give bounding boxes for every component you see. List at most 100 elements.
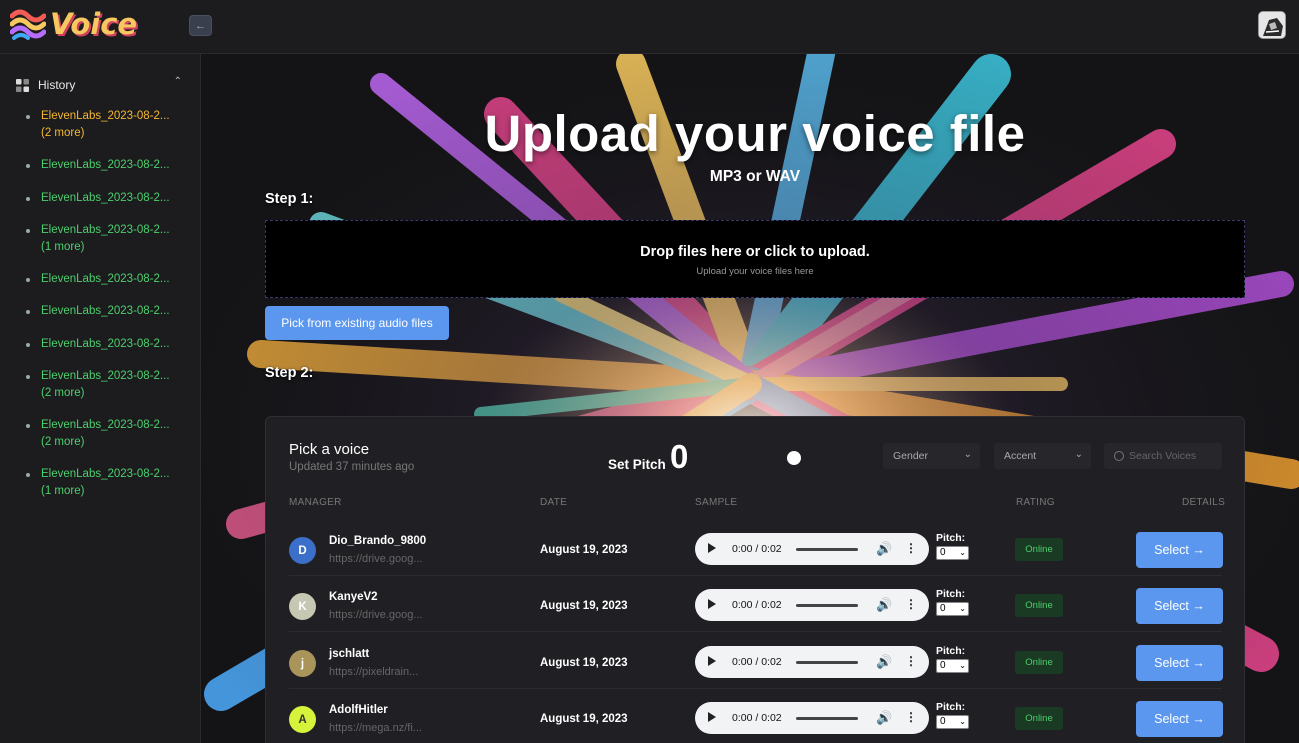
pitch-select[interactable]: 0 ⌄	[936, 715, 969, 729]
chevron-down-icon: ⌄	[959, 548, 966, 557]
play-icon[interactable]	[708, 599, 716, 609]
panel-updated-text: Updated 37 minutes ago	[289, 461, 415, 473]
pitch-select[interactable]: 0 ⌄	[936, 546, 969, 560]
column-header-manager: MANAGER	[289, 497, 342, 508]
history-item[interactable]: ElevenLabs_2023-08-2... (1 more)	[26, 466, 196, 499]
volume-icon[interactable]: 🔊	[876, 541, 892, 557]
history-item[interactable]: ElevenLabs_2023-08-2... (2 more)	[26, 108, 196, 141]
page-title: Upload your voice file	[484, 105, 1026, 162]
play-icon[interactable]	[708, 712, 716, 722]
set-pitch-label: Set Pitch	[608, 457, 666, 472]
play-icon[interactable]	[708, 656, 716, 666]
audio-player[interactable]: 0:00 / 0:02 🔊 ⋮	[695, 646, 929, 678]
select-voice-button[interactable]: Select →	[1136, 532, 1223, 568]
history-item[interactable]: ElevenLabs_2023-08-2...	[26, 271, 196, 288]
bullet-icon	[26, 197, 30, 201]
bullet-icon	[26, 375, 30, 379]
history-item-label: ElevenLabs_2023-08-2...	[41, 419, 170, 431]
select-voice-button[interactable]: Select →	[1136, 701, 1223, 737]
chevron-down-icon: ⌄	[1074, 449, 1083, 460]
history-item-label: ElevenLabs_2023-08-2...	[41, 192, 170, 204]
logo-waves-icon	[10, 9, 46, 40]
history-item-count: (1 more)	[41, 484, 85, 497]
select-voice-button[interactable]: Select →	[1136, 645, 1223, 681]
voice-avatar: K	[289, 593, 316, 620]
table-row: j jschlatt https://pixeldrain... August …	[289, 633, 1223, 689]
bullet-icon	[26, 164, 30, 168]
voice-date: August 19, 2023	[540, 600, 628, 612]
pitch-select[interactable]: 0 ⌄	[936, 659, 969, 673]
history-item[interactable]: ElevenLabs_2023-08-2...	[26, 336, 196, 353]
bullet-icon	[26, 278, 30, 282]
pitch-slider-handle[interactable]	[787, 451, 801, 465]
step-2-label: Step 2:	[265, 365, 314, 381]
voice-link[interactable]: https://drive.goog...	[329, 553, 423, 565]
top-bar: Voice ←	[0, 0, 1299, 54]
voice-link[interactable]: https://pixeldrain...	[329, 666, 418, 678]
audio-time: 0:00 / 0:02	[732, 599, 782, 611]
volume-icon[interactable]: 🔊	[876, 654, 892, 670]
gender-filter-select[interactable]: Gender ⌄	[883, 443, 980, 469]
file-dropzone[interactable]: Drop files here or click to upload. Uplo…	[265, 220, 1245, 298]
history-header[interactable]: History ⌃	[16, 76, 186, 94]
history-item[interactable]: ElevenLabs_2023-08-2...	[26, 303, 196, 320]
voice-link[interactable]: https://drive.goog...	[329, 609, 423, 621]
history-item-count: (2 more)	[41, 435, 85, 448]
pitch-select-value: 0	[940, 716, 946, 727]
status-badge: Online	[1015, 538, 1063, 561]
status-badge: Online	[1015, 594, 1063, 617]
audio-progress-track[interactable]	[796, 717, 858, 720]
audio-progress-track[interactable]	[796, 661, 858, 664]
voice-name: Dio_Brando_9800	[329, 535, 427, 547]
voice-avatar: j	[289, 650, 316, 677]
bullet-icon	[26, 229, 30, 233]
user-avatar[interactable]	[1258, 11, 1286, 39]
pitch-label: Pitch:	[936, 532, 966, 544]
audio-player[interactable]: 0:00 / 0:02 🔊 ⋮	[695, 589, 929, 621]
gender-filter-label: Gender	[893, 450, 929, 462]
logo[interactable]: Voice	[10, 6, 137, 42]
voice-link[interactable]: https://mega.nz/fi...	[329, 722, 422, 734]
volume-icon[interactable]: 🔊	[876, 597, 892, 613]
column-header-sample: SAMPLE	[695, 497, 738, 508]
history-item[interactable]: ElevenLabs_2023-08-2... (2 more)	[26, 417, 196, 450]
chevron-up-icon[interactable]: ⌃	[174, 76, 182, 87]
more-options-icon[interactable]: ⋮	[905, 710, 917, 724]
volume-icon[interactable]: 🔊	[876, 710, 892, 726]
app-root: Voice ← History ⌃ ElevenLabs_2023-08-2..…	[0, 0, 1299, 743]
more-options-icon[interactable]: ⋮	[905, 654, 917, 668]
panel-title: Pick a voice	[289, 441, 370, 458]
history-item-label: ElevenLabs_2023-08-2...	[41, 338, 170, 350]
history-item-count: (1 more)	[41, 240, 85, 253]
history-item[interactable]: ElevenLabs_2023-08-2... (2 more)	[26, 368, 196, 401]
audio-progress-track[interactable]	[796, 604, 858, 607]
history-item[interactable]: ElevenLabs_2023-08-2...	[26, 190, 196, 207]
history-item[interactable]: ElevenLabs_2023-08-2...	[26, 157, 196, 174]
audio-time: 0:00 / 0:02	[732, 656, 782, 668]
pitch-label: Pitch:	[936, 588, 966, 600]
audio-player[interactable]: 0:00 / 0:02 🔊 ⋮	[695, 702, 929, 734]
accent-filter-select[interactable]: Accent ⌄	[994, 443, 1091, 469]
more-options-icon[interactable]: ⋮	[905, 541, 917, 555]
dropzone-subtitle: Upload your voice files here	[696, 266, 814, 277]
grid-icon	[16, 78, 29, 92]
pick-existing-audio-button[interactable]: Pick from existing audio files	[265, 306, 449, 340]
audio-progress-track[interactable]	[796, 548, 858, 551]
play-icon[interactable]	[708, 543, 716, 553]
search-voices-input[interactable]: Search Voices	[1104, 443, 1222, 469]
search-icon	[1114, 451, 1124, 461]
collapse-sidebar-button[interactable]: ←	[189, 15, 212, 36]
voice-date: August 19, 2023	[540, 544, 628, 556]
history-item-label: ElevenLabs_2023-08-2...	[41, 224, 170, 236]
bullet-icon	[26, 115, 30, 119]
audio-player[interactable]: 0:00 / 0:02 🔊 ⋮	[695, 533, 929, 565]
bullet-icon	[26, 343, 30, 347]
history-item-label: ElevenLabs_2023-08-2...	[41, 468, 170, 480]
history-item[interactable]: ElevenLabs_2023-08-2... (1 more)	[26, 222, 196, 255]
pitch-select[interactable]: 0 ⌄	[936, 602, 969, 616]
history-item-count: (2 more)	[41, 386, 85, 399]
more-options-icon[interactable]: ⋮	[905, 597, 917, 611]
pitch-select-value: 0	[940, 603, 946, 614]
select-voice-button[interactable]: Select →	[1136, 588, 1223, 624]
page-subtitle: MP3 or WAV	[709, 168, 801, 185]
